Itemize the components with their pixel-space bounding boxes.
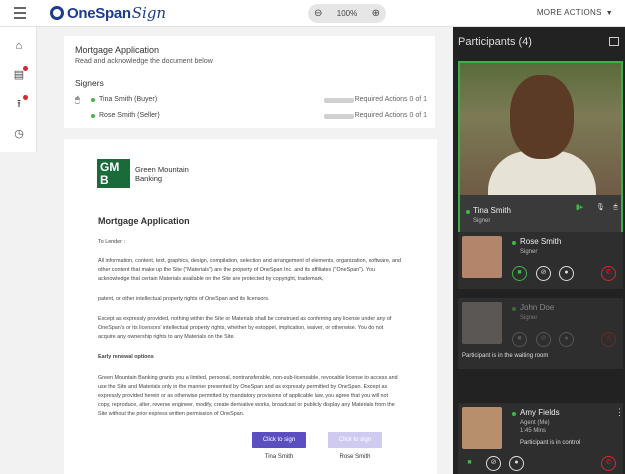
signer-row[interactable]: Rose Smith (Seller) Required Actions 0 o… (75, 111, 427, 123)
signer-name: Rose Smith (Seller) (99, 112, 160, 119)
document-icon[interactable]: ▤ (13, 66, 28, 81)
participant-role: Signer (520, 315, 538, 321)
home-icon[interactable]: ⌂ (13, 40, 25, 52)
company-logo: GM B (97, 159, 130, 188)
mic-muted-icon: ⊘ (536, 332, 551, 347)
company-name-line2: Banking (135, 174, 163, 183)
mouse-icon: ● (559, 332, 574, 347)
click-to-sign-button[interactable]: Click to sign (252, 432, 306, 448)
document-page: GM B Green Mountain Banking Mortgage Appl… (64, 139, 437, 474)
hang-up-icon[interactable]: ✆ (601, 266, 616, 281)
paragraph: Green Mountain Banking grants you a limi… (98, 375, 398, 417)
signer-label: Tina Smith (264, 454, 294, 460)
participant-avatar (462, 407, 502, 449)
salutation: To Lender : (98, 239, 125, 245)
more-actions-button[interactable]: MORE ACTIONS ▼ (537, 8, 613, 17)
left-nav: ⌂ ▤ ⭱ ◷ (0, 27, 37, 152)
zoom-out-icon[interactable]: ⊖ (314, 8, 322, 19)
participant-name: Rose Smith (520, 237, 562, 246)
mouse-icon[interactable]: 🖱 (608, 202, 623, 217)
camera-icon[interactable]: ■ (462, 457, 477, 472)
mic-muted-icon[interactable]: ⊘ (486, 456, 501, 471)
document-summary-card: Mortgage Application Read and acknowledg… (64, 36, 435, 128)
clock-icon[interactable]: ◷ (13, 128, 25, 140)
zoom-level: 100% (336, 9, 358, 18)
required-actions: Required Actions 0 of 1 (354, 96, 427, 103)
paragraph: Except as expressly provided, nothing wi… (98, 316, 392, 340)
signer-label: Rose Smith (339, 454, 371, 460)
participant-tile[interactable]: John Doe Signer ■ ⊘ ● ✆ Participant is i… (458, 298, 623, 369)
mic-muted-icon[interactable]: ⊘ (536, 266, 551, 281)
app-logo: OneSpan Sign (50, 4, 166, 22)
logo-ring (50, 6, 64, 20)
top-bar: OneSpan Sign ⊖ 100% ⊕ MORE ACTIONS ▼ (0, 0, 625, 27)
camera-icon[interactable]: ▮▸ (572, 202, 587, 217)
status-dot (512, 241, 516, 245)
participant-role: Agent (Me) (520, 420, 550, 426)
hang-up-icon: ✆ (601, 332, 616, 347)
microphone-icon[interactable]: 🎙 (593, 202, 608, 217)
more-options-icon[interactable]: ⋮ (615, 407, 624, 418)
camera-icon[interactable]: ■ (512, 266, 527, 281)
participant-role: Signer (520, 249, 538, 255)
mouse-icon: 🖱 (75, 95, 80, 104)
logo-text: OneSpan (67, 4, 131, 22)
zoom-in-icon[interactable]: ⊕ (372, 8, 380, 19)
zoom-control: ⊖ 100% ⊕ (308, 4, 386, 23)
participant-name: John Doe (520, 303, 555, 312)
participant-tile[interactable]: Amy Fields Agent (Me) 1:45 Mins Particip… (458, 403, 624, 474)
notification-badge (23, 95, 28, 100)
participant-avatar (462, 302, 502, 344)
participants-panel: Participants (4) Tina Smith Signer ▮▸ 🎙 … (453, 27, 625, 474)
participant-name: Amy Fields (520, 408, 560, 417)
participants-title: Participants (4) (458, 36, 532, 48)
summary-subtitle: Read and acknowledge the document below (75, 58, 213, 65)
required-actions: Required Actions 0 of 1 (354, 112, 427, 119)
participant-avatar (462, 236, 502, 278)
participant-name: Tina Smith (473, 206, 511, 215)
progress-bar (324, 114, 354, 119)
status-dot (512, 412, 516, 416)
signer-row[interactable]: 🖱 Tina Smith (Buyer) Required Actions 0 … (75, 95, 427, 107)
camera-icon: ■ (512, 332, 527, 347)
status-dot (512, 307, 516, 311)
participant-tile[interactable]: Rose Smith Signer ■ ⊘ ● ✆ (458, 232, 623, 289)
status-dot (91, 114, 95, 118)
signers-heading: Signers (75, 78, 104, 88)
logo-script: Sign (131, 4, 167, 22)
participant-role: Signer (473, 218, 491, 224)
mouse-icon[interactable]: ● (509, 456, 524, 471)
company-name-line1: Green Mountain (135, 165, 189, 174)
paragraph: patent, or other intellectual property r… (98, 296, 270, 302)
upload-icon[interactable]: ⭱ (13, 95, 28, 110)
menu-icon[interactable] (14, 7, 26, 19)
popout-icon[interactable] (609, 37, 619, 46)
participant-note: Participant is in the waiting room (462, 353, 549, 359)
paragraph: All information, content, text, graphics… (98, 258, 401, 282)
notification-badge (23, 66, 28, 71)
summary-title: Mortgage Application (75, 45, 160, 55)
participant-note: Participant is in control (520, 440, 581, 446)
participant-duration: 1:45 Mins (520, 428, 547, 434)
chevron-down-icon: ▼ (605, 10, 613, 17)
document-title: Mortgage Application (98, 216, 190, 226)
mouse-icon[interactable]: ● (559, 266, 574, 281)
progress-bar (324, 98, 354, 103)
status-dot (91, 98, 95, 102)
section-heading: Early renewal options (98, 354, 154, 360)
participant-tile-main[interactable]: Tina Smith Signer ▮▸ 🎙 🖱 (458, 61, 623, 256)
click-to-sign-button-disabled: Click to sign (328, 432, 382, 448)
signer-name: Tina Smith (Buyer) (99, 96, 158, 103)
video-figure (510, 75, 574, 159)
company-name: Green Mountain Banking (135, 165, 189, 183)
hang-up-icon[interactable]: ✆ (601, 456, 616, 471)
status-dot (466, 210, 470, 214)
more-actions-label: MORE ACTIONS (536, 8, 602, 17)
